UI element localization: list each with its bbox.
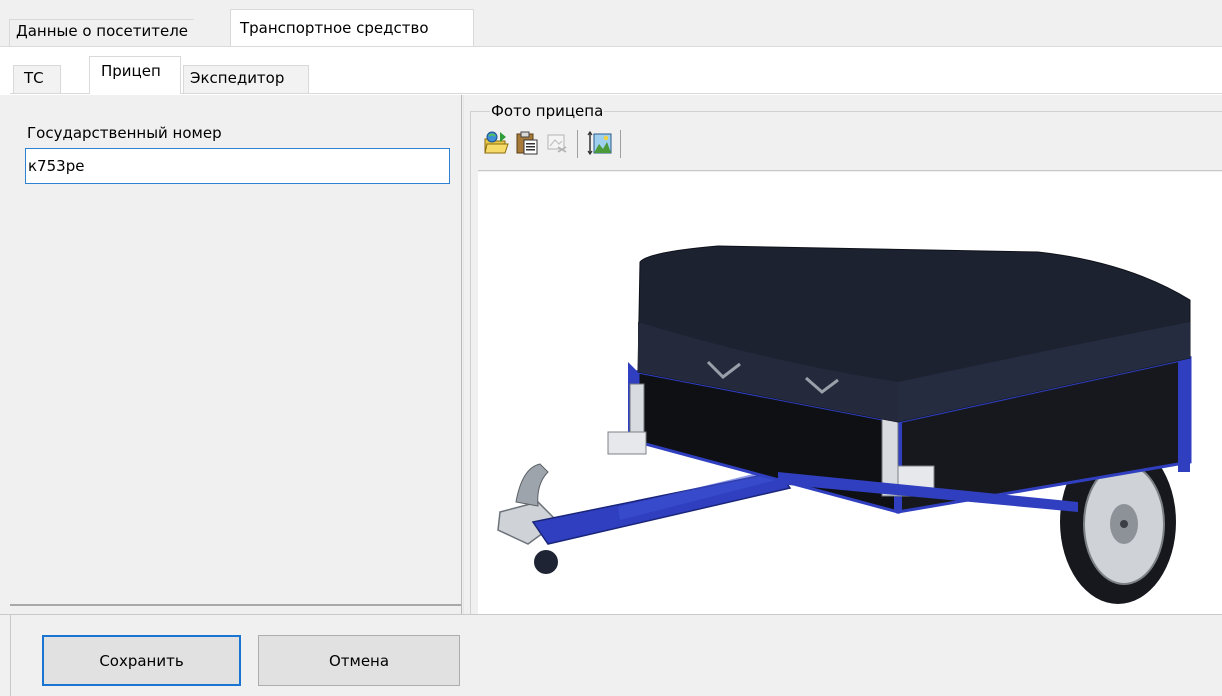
- fit-image-icon[interactable]: [587, 130, 613, 156]
- tab-visitor-data[interactable]: Данные о посетителе: [9, 19, 195, 46]
- tab-trailer[interactable]: Прицеп: [89, 56, 181, 94]
- trailer-photo: [478, 172, 1222, 614]
- cancel-button[interactable]: Отмена: [258, 635, 460, 686]
- tab-vehicle[interactable]: Транспортное средство: [230, 9, 474, 47]
- main-tab-strip: Данные о посетителе Транспортное средств…: [0, 0, 1222, 47]
- vehicle-sub-tab-strip: ТС Экспедитор Прицеп: [0, 47, 1222, 95]
- trailer-details-panel: Государственный номер: [10, 95, 461, 614]
- open-file-icon[interactable]: [483, 130, 509, 156]
- paste-icon[interactable]: [514, 130, 540, 156]
- panel-bottom-border: [10, 604, 461, 606]
- plate-number-label: Государственный номер: [27, 124, 222, 142]
- photo-group-title: Фото прицепа: [490, 102, 605, 120]
- clear-image-icon[interactable]: [544, 130, 570, 156]
- trailer-tab-content: Государственный номер Фото прицепа: [10, 95, 1222, 614]
- tab-ts[interactable]: ТС: [13, 65, 61, 93]
- tab-forwarder[interactable]: Экспедитор: [183, 65, 309, 93]
- plate-number-input[interactable]: [25, 148, 450, 184]
- panel-splitter[interactable]: [461, 95, 464, 614]
- bar-left-border: [10, 615, 11, 696]
- sub-tab-divider: [10, 93, 1222, 94]
- save-button[interactable]: Сохранить: [42, 635, 241, 686]
- trailer-image: [497, 245, 1192, 604]
- dialog-button-bar: Сохранить Отмена: [0, 614, 1222, 696]
- toolbar-separator: [577, 130, 578, 158]
- toolbar-separator: [620, 130, 621, 158]
- toolbar-divider: [478, 170, 1222, 171]
- trailer-photo-group: Фото прицепа: [470, 102, 1222, 614]
